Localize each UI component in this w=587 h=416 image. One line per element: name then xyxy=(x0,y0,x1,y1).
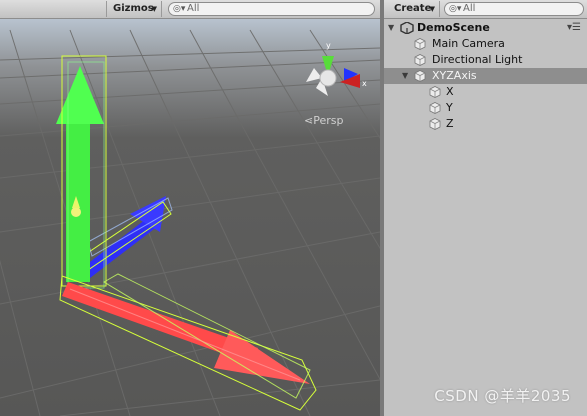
tree-item-label: XYZAxis xyxy=(432,69,477,82)
tree-item-label: Y xyxy=(446,101,453,114)
scene-search-placeholder: All xyxy=(187,3,200,14)
tree-item-directional-light[interactable]: Directional Light xyxy=(384,52,587,68)
hierarchy-menu-icon[interactable]: ▾☰ xyxy=(567,20,581,36)
hierarchy-toolbar: Create ▼ ◎▾ All xyxy=(384,0,587,19)
gizmo-x-label: x xyxy=(362,79,367,88)
scene-viewport[interactable]: y x xyxy=(0,19,380,416)
tree-item-label: Z xyxy=(446,117,454,130)
expand-arrow-icon[interactable]: ▼ xyxy=(388,20,394,36)
gizmo-y-label: y xyxy=(326,41,331,50)
scene-row[interactable]: ▼ DemoScene ▾☰ xyxy=(384,20,587,36)
hierarchy-panel: Create ▼ ◎▾ All ▼ DemoScene ▾☰ Main Came… xyxy=(384,0,587,416)
scene-view[interactable]: Gizmos ▼ ◎▾ All y x ⋖Persp xyxy=(0,0,380,416)
gizmos-dropdown[interactable]: Gizmos ▼ xyxy=(106,1,162,17)
hierarchy-search-input[interactable]: ◎▾ All xyxy=(444,2,584,16)
dropdown-caret-icon: ▼ xyxy=(151,5,157,13)
tree-item-main-camera[interactable]: Main Camera xyxy=(384,36,587,52)
projection-label[interactable]: ⋖Persp xyxy=(304,114,343,127)
scene-toolbar: Gizmos ▼ ◎▾ All xyxy=(0,0,380,19)
hierarchy-search-placeholder: All xyxy=(463,3,476,14)
cube-icon xyxy=(429,86,441,98)
persp-arrow-icon: ⋖ xyxy=(304,114,314,127)
tree-item-xyzaxis[interactable]: ▼ XYZAxis xyxy=(384,68,587,84)
search-icon: ◎▾ xyxy=(173,4,186,14)
cube-icon xyxy=(414,54,426,66)
projection-text: Persp xyxy=(313,114,344,127)
gizmos-label: Gizmos xyxy=(113,3,154,14)
scene-search-input[interactable]: ◎▾ All xyxy=(168,2,375,16)
expand-arrow-icon[interactable]: ▼ xyxy=(402,68,408,84)
tree-item-label: X xyxy=(446,85,454,98)
tree-item-y[interactable]: Y xyxy=(384,100,587,116)
unity-scene-icon xyxy=(400,22,414,34)
cube-icon xyxy=(414,38,426,50)
search-icon: ◎▾ xyxy=(449,4,462,14)
create-dropdown[interactable]: Create ▼ xyxy=(388,1,440,17)
create-label: Create xyxy=(394,3,432,14)
tree-item-z[interactable]: Z xyxy=(384,116,587,132)
tree-item-label: Main Camera xyxy=(432,37,505,50)
cube-icon xyxy=(429,118,441,130)
scene-name: DemoScene xyxy=(417,21,490,34)
cube-icon xyxy=(414,70,426,82)
tree-item-x[interactable]: X xyxy=(384,84,587,100)
watermark: CSDN @羊羊2035 xyxy=(434,387,571,405)
tree-item-label: Directional Light xyxy=(432,53,523,66)
dropdown-caret-icon: ▼ xyxy=(429,5,435,13)
cube-icon xyxy=(429,102,441,114)
